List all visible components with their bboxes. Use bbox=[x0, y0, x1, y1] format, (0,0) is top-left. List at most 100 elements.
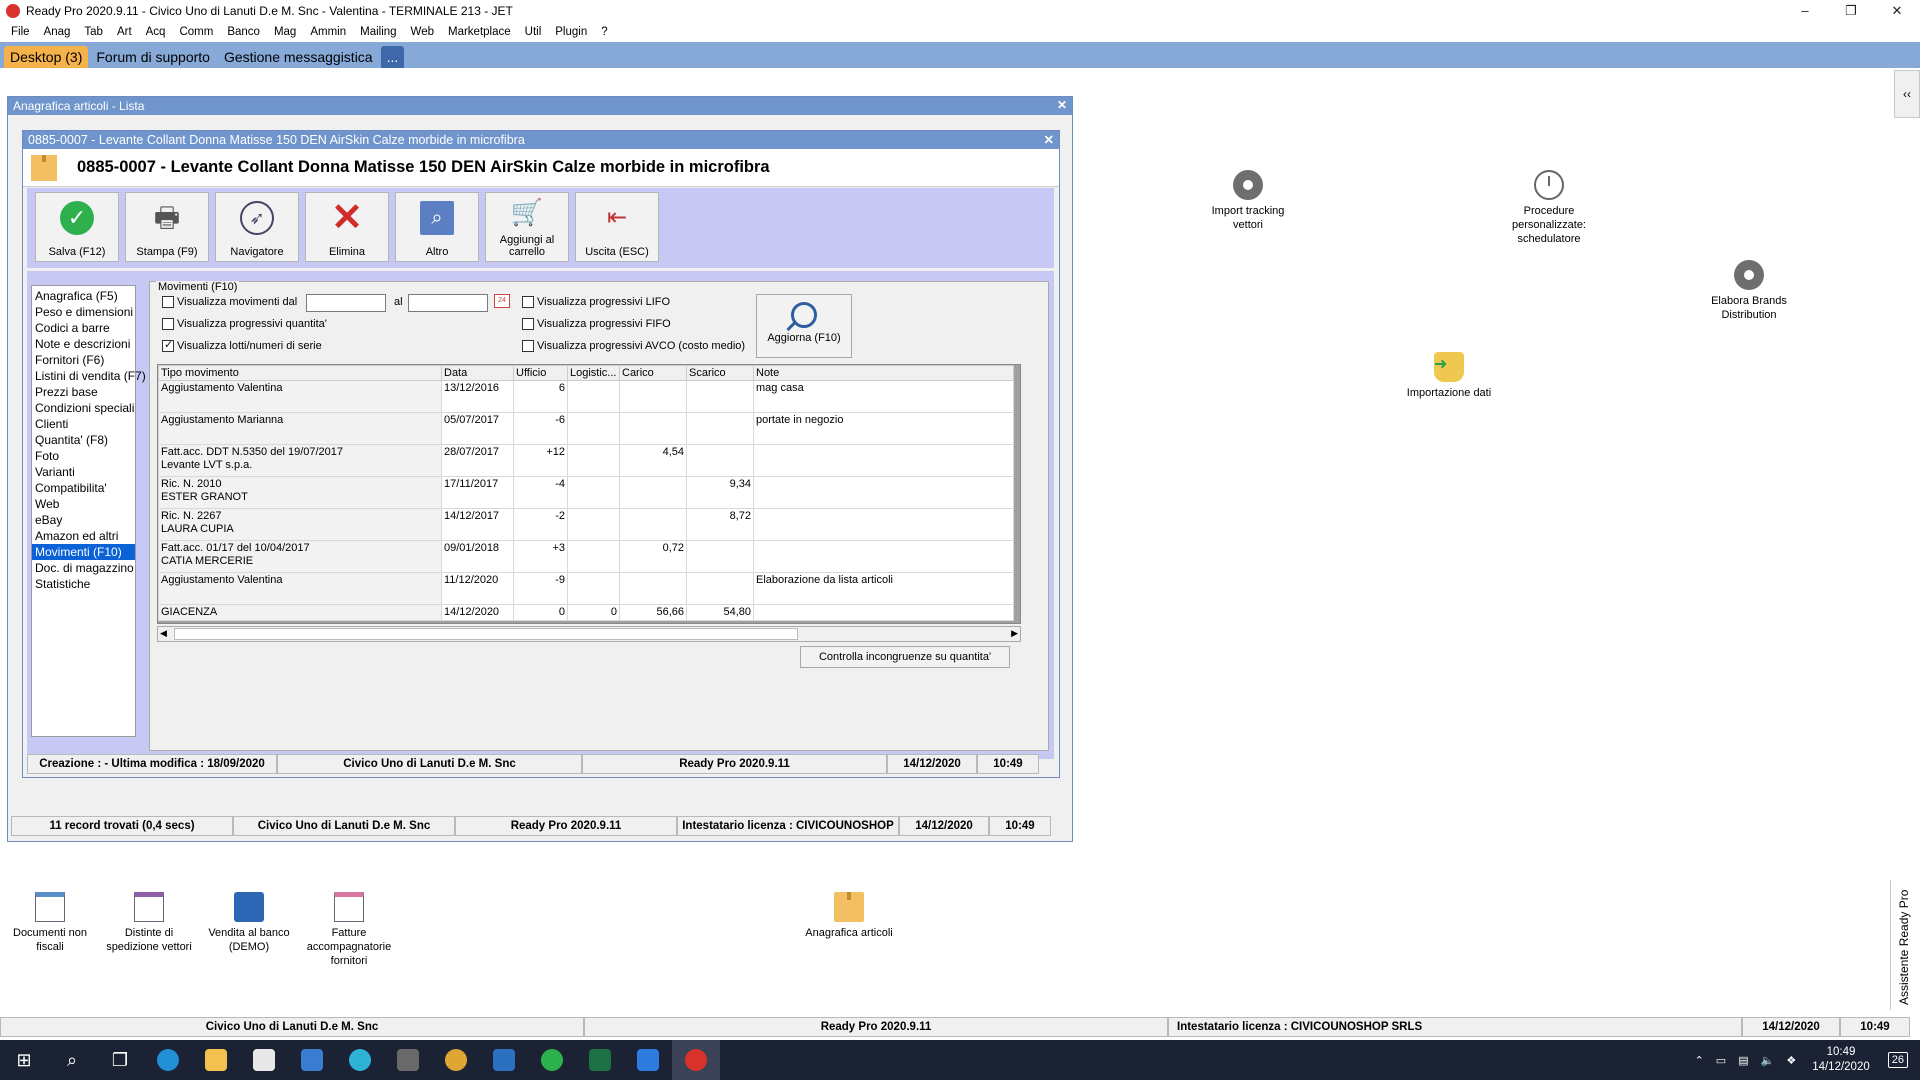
menu-help[interactable]: ? bbox=[594, 26, 614, 38]
section-item[interactable]: Amazon ed altri bbox=[32, 528, 135, 544]
date-from-input[interactable] bbox=[306, 294, 386, 312]
section-item[interactable]: Peso e dimensioni bbox=[32, 304, 135, 320]
menu-acq[interactable]: Acq bbox=[139, 26, 173, 38]
section-item[interactable]: Web bbox=[32, 496, 135, 512]
desktop-icon-fatture[interactable]: Fatture accompagnatorie fornitori bbox=[289, 892, 409, 968]
tab-forum[interactable]: Forum di supporto bbox=[90, 46, 216, 68]
section-item[interactable]: Fornitori (F6) bbox=[32, 352, 135, 368]
menu-plugin[interactable]: Plugin bbox=[548, 26, 594, 38]
desktop-icon-procedure[interactable]: Procedure personalizzate: schedulatore bbox=[1489, 170, 1609, 246]
chrome-icon[interactable] bbox=[432, 1040, 480, 1080]
dropbox-icon[interactable] bbox=[624, 1040, 672, 1080]
scroll-thumb[interactable] bbox=[174, 628, 798, 640]
menu-anag[interactable]: Anag bbox=[37, 26, 78, 38]
menu-comm[interactable]: Comm bbox=[172, 26, 220, 38]
section-item[interactable]: Clienti bbox=[32, 416, 135, 432]
menu-file[interactable]: File bbox=[4, 26, 37, 38]
checkbox[interactable] bbox=[162, 296, 174, 308]
outlook-icon[interactable] bbox=[480, 1040, 528, 1080]
table-row[interactable]: Ric. N. 2010 ESTER GRANOT 17/11/2017 -4 9,3… bbox=[158, 476, 1014, 509]
navigatore-button[interactable]: ➶ Navigatore bbox=[215, 192, 299, 262]
scroll-right-icon[interactable]: ▶ bbox=[1011, 628, 1018, 639]
section-item[interactable]: Movimenti (F10) bbox=[32, 544, 135, 560]
menu-web[interactable]: Web bbox=[404, 26, 441, 38]
section-item[interactable]: eBay bbox=[32, 512, 135, 528]
elimina-button[interactable]: ✕ Elimina bbox=[305, 192, 389, 262]
tray-chevron-icon[interactable]: ⌃ bbox=[1695, 1054, 1704, 1067]
section-item[interactable]: Note e descrizioni bbox=[32, 336, 135, 352]
column-header[interactable]: Note bbox=[753, 365, 1014, 381]
column-header[interactable]: Scarico bbox=[686, 365, 754, 381]
table-row[interactable]: Fatt.acc. DDT N.5350 del 19/07/2017 Leva… bbox=[158, 444, 1014, 477]
checkbox[interactable] bbox=[522, 318, 534, 330]
collapse-panel-button[interactable]: ‹‹ bbox=[1894, 70, 1920, 118]
section-item[interactable]: Condizioni speciali bbox=[32, 400, 135, 416]
taskbar-clock[interactable]: 10:49 14/12/2020 bbox=[1812, 1045, 1870, 1075]
aggiorna-button[interactable]: Aggiorna (F10) bbox=[756, 294, 852, 358]
uscita-button[interactable]: ⇤ Uscita (ESC) bbox=[575, 192, 659, 262]
menu-marketplace[interactable]: Marketplace bbox=[441, 26, 518, 38]
search-icon[interactable]: ⌕ bbox=[48, 1040, 96, 1080]
checkbox-checked[interactable] bbox=[162, 338, 174, 352]
file-explorer-icon[interactable] bbox=[192, 1040, 240, 1080]
chk-progressivi-lifo[interactable]: Visualizza progressivi LIFO bbox=[522, 296, 670, 308]
edge-icon[interactable] bbox=[144, 1040, 192, 1080]
tray-app-icon[interactable]: ▭ bbox=[1716, 1054, 1726, 1067]
table-row[interactable]: Aggiustamento Marianna 05/07/2017 -6 portat… bbox=[158, 412, 1014, 445]
chk-movimenti-dal[interactable]: Visualizza movimenti dal bbox=[162, 296, 297, 308]
column-header[interactable]: Tipo movimento bbox=[158, 365, 442, 381]
section-item[interactable]: Anagrafica (F5) bbox=[32, 288, 135, 304]
desktop-icon-elabora-brands[interactable]: Elabora Brands Distribution bbox=[1689, 260, 1809, 322]
menu-ammin[interactable]: Ammin bbox=[303, 26, 353, 38]
readypro-icon[interactable] bbox=[672, 1040, 720, 1080]
horizontal-scrollbar[interactable]: ◀ ▶ bbox=[157, 626, 1021, 642]
section-item[interactable]: Doc. di magazzino bbox=[32, 560, 135, 576]
store-icon[interactable] bbox=[240, 1040, 288, 1080]
checkbox[interactable] bbox=[522, 340, 534, 352]
desktop-icon-anagrafica[interactable]: Anagrafica articoli bbox=[789, 892, 909, 940]
minimize-icon[interactable]: – bbox=[1782, 0, 1828, 21]
section-item[interactable]: Prezzi base bbox=[32, 384, 135, 400]
app-icon[interactable] bbox=[384, 1040, 432, 1080]
checkbox[interactable] bbox=[522, 296, 534, 308]
menu-banco[interactable]: Banco bbox=[220, 26, 267, 38]
close-icon[interactable]: ✕ bbox=[1044, 132, 1054, 147]
checkbox[interactable] bbox=[162, 318, 174, 330]
table-row[interactable]: Ric. N. 2267 LAURA CUPIA 14/12/2017 -2 8,72 bbox=[158, 508, 1014, 541]
section-item[interactable]: Listini di vendita (F7) bbox=[32, 368, 146, 384]
section-item[interactable]: Codici a barre bbox=[32, 320, 135, 336]
chk-lotti-numeri-serie[interactable]: Visualizza lotti/numeri di serie bbox=[162, 338, 322, 352]
edge-beta-icon[interactable] bbox=[336, 1040, 384, 1080]
restore-icon[interactable]: ❐ bbox=[1828, 0, 1874, 21]
tray-volume-icon[interactable]: 🔈 bbox=[1761, 1054, 1775, 1067]
menu-mag[interactable]: Mag bbox=[267, 26, 303, 38]
controlla-incongruenze-button[interactable]: Controlla incongruenze su quantita' bbox=[800, 646, 1010, 668]
chk-progressivi-fifo[interactable]: Visualizza progressivi FIFO bbox=[522, 318, 671, 330]
assistente-panel[interactable]: Assistente Ready Pro bbox=[1890, 880, 1920, 1010]
section-item[interactable]: Statistiche bbox=[32, 576, 135, 592]
desktop-icon-importazione[interactable]: Importazione dati bbox=[1389, 352, 1509, 400]
menu-util[interactable]: Util bbox=[518, 26, 549, 38]
tab-more[interactable]: ... bbox=[380, 46, 405, 68]
column-header[interactable]: Ufficio bbox=[513, 365, 568, 381]
section-item[interactable]: Quantita' (F8) bbox=[32, 432, 135, 448]
column-header[interactable]: Data bbox=[441, 365, 514, 381]
tab-messaggistica[interactable]: Gestione messaggistica bbox=[218, 46, 379, 68]
table-row[interactable]: Aggiustamento Valentina 11/12/2020 -9 Elabo… bbox=[158, 572, 1014, 605]
chk-progressivi-avco[interactable]: Visualizza progressivi AVCO (costo medio… bbox=[522, 340, 745, 352]
whatsapp-icon[interactable] bbox=[528, 1040, 576, 1080]
column-header[interactable]: Carico bbox=[619, 365, 687, 381]
menu-art[interactable]: Art bbox=[110, 26, 139, 38]
task-view-icon[interactable]: ❐ bbox=[96, 1040, 144, 1080]
calendar-icon[interactable]: 24 bbox=[494, 294, 510, 308]
scroll-left-icon[interactable]: ◀ bbox=[160, 628, 167, 639]
close-icon[interactable]: ✕ bbox=[1874, 0, 1920, 21]
aggiungi-carrello-button[interactable]: 🛒 Aggiungi al carrello bbox=[485, 192, 569, 262]
close-icon[interactable]: ✕ bbox=[1057, 98, 1067, 112]
tray-dropbox-icon[interactable]: ❖ bbox=[1786, 1054, 1796, 1067]
altro-button[interactable]: ⌕ Altro bbox=[395, 192, 479, 262]
notifications-icon[interactable]: 26 bbox=[1887, 1052, 1908, 1068]
tab-desktop[interactable]: Desktop (3) bbox=[4, 46, 89, 68]
salva-button[interactable]: ✓ Salva (F12) bbox=[35, 192, 119, 262]
section-item[interactable]: Compatibilita' bbox=[32, 480, 135, 496]
